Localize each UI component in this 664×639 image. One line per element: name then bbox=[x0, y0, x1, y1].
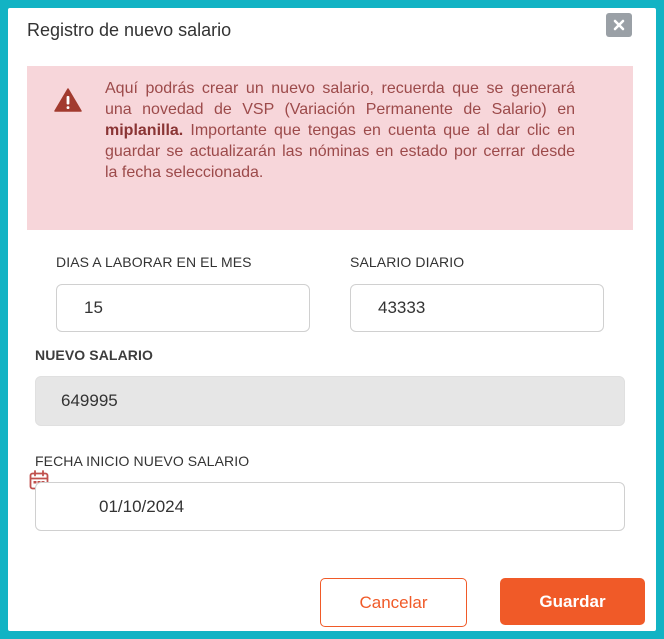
new-salary-modal: Registro de nuevo salario Aquí podrás cr… bbox=[8, 8, 656, 631]
save-button[interactable]: Guardar bbox=[500, 578, 645, 625]
alert-message: Aquí podrás crear un nuevo salario, recu… bbox=[105, 78, 575, 183]
modal-title: Registro de nuevo salario bbox=[27, 20, 232, 40]
new-salary-field: 649995 bbox=[35, 376, 625, 426]
info-alert: Aquí podrás crear un nuevo salario, recu… bbox=[27, 66, 633, 230]
alert-text-part: Aquí podrás crear un nuevo salario, recu… bbox=[105, 80, 575, 118]
start-date-input[interactable]: 01/10/2024 bbox=[35, 482, 625, 531]
days-input[interactable]: 15 bbox=[56, 284, 310, 332]
daily-salary-input[interactable]: 43333 bbox=[350, 284, 604, 332]
days-label: DIAS A LABORAR EN EL MES bbox=[56, 254, 252, 270]
daily-salary-label: SALARIO DIARIO bbox=[350, 254, 465, 270]
warning-triangle-icon bbox=[54, 88, 82, 117]
alert-text-brand: miplanilla. bbox=[105, 122, 184, 139]
close-icon bbox=[613, 19, 625, 31]
new-salary-label: NUEVO SALARIO bbox=[35, 347, 153, 363]
close-button[interactable] bbox=[606, 13, 632, 37]
start-date-label: FECHA INICIO NUEVO SALARIO bbox=[35, 453, 250, 469]
cancel-button[interactable]: Cancelar bbox=[320, 578, 467, 627]
